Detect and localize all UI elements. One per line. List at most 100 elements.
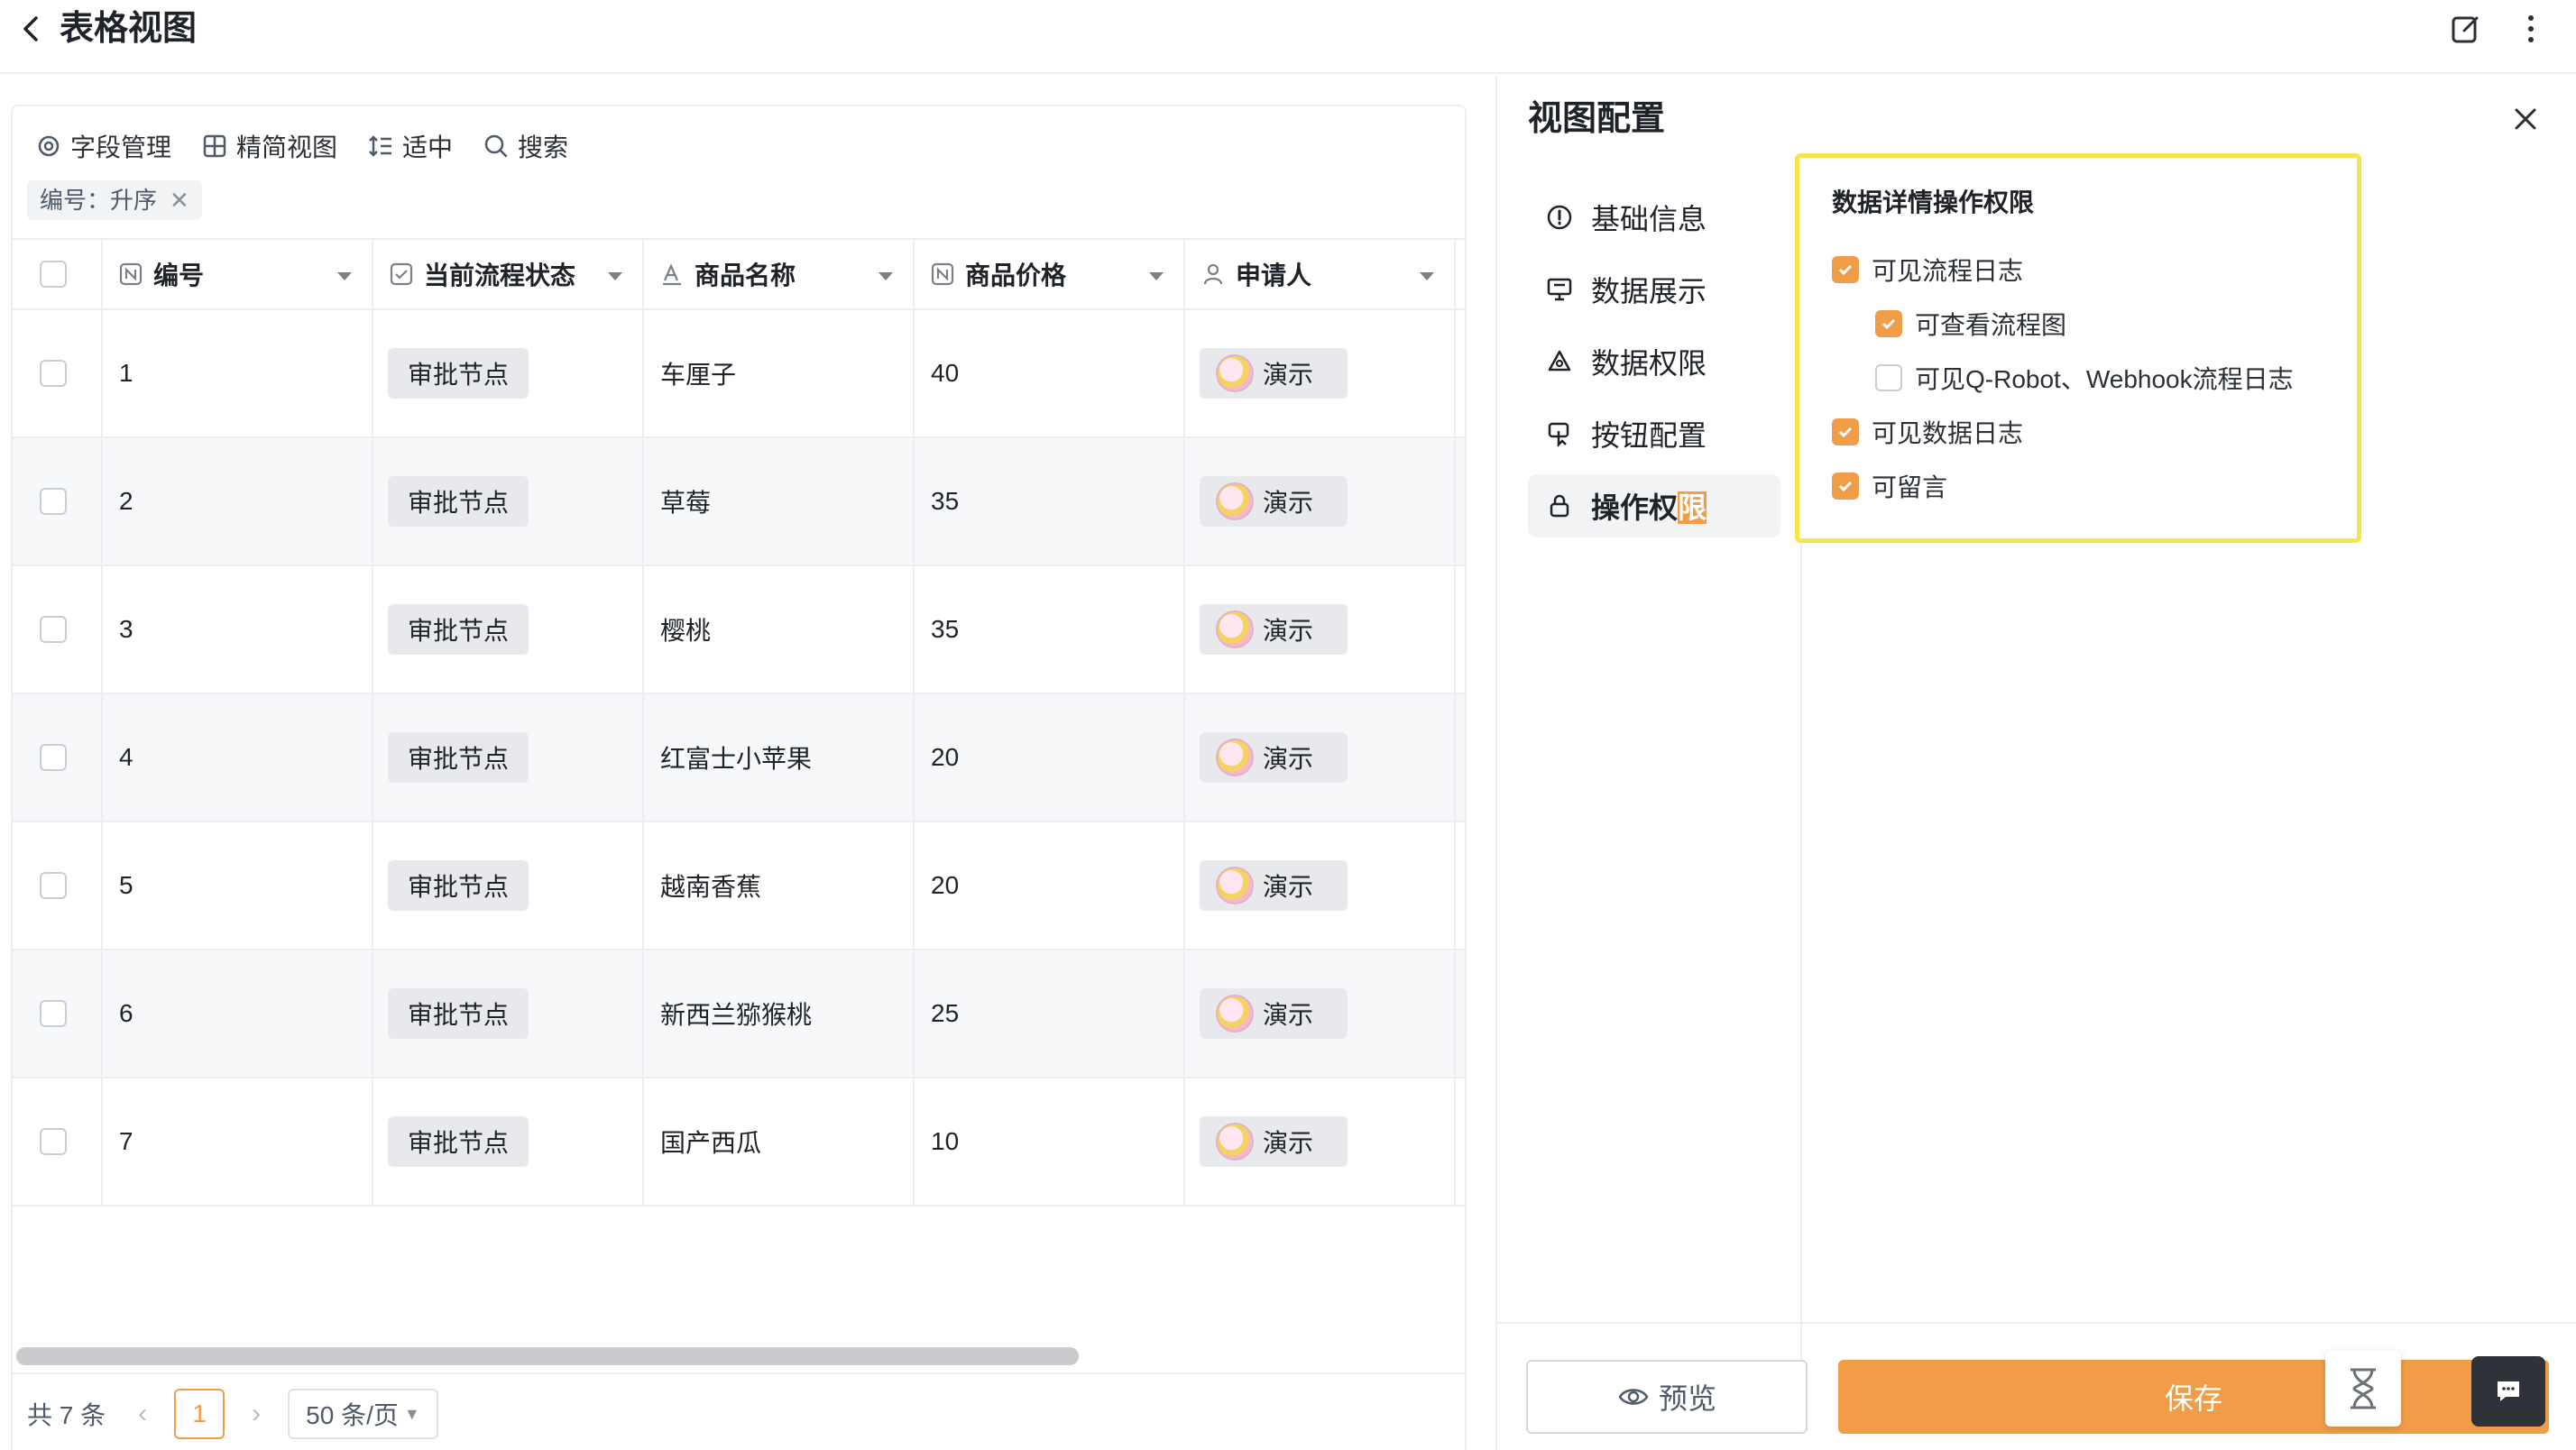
column-header-label: 商品价格 (965, 262, 1067, 289)
row-checkbox[interactable] (40, 360, 67, 387)
chat-float-button[interactable] (2471, 1356, 2545, 1427)
cell-price[interactable]: 20 (915, 822, 1185, 949)
permission-item[interactable]: 可见数据日志 (1832, 414, 2023, 450)
permission-label: 可见数据日志 (1872, 419, 2024, 447)
table-row[interactable]: 3 审批节点 樱桃 35 演示 (13, 566, 1465, 694)
column-header-status[interactable]: 当前流程状态 (373, 240, 644, 308)
cell-name[interactable]: 越南香蕉 (644, 822, 915, 949)
cell-name[interactable]: 车厘子 (644, 310, 915, 436)
row-density-button[interactable]: 适中 (368, 128, 453, 164)
row-checkbox[interactable] (40, 488, 67, 515)
page-size-select[interactable]: 50 条/页 ▼ (288, 1389, 438, 1439)
cell-id[interactable]: 7 (103, 1078, 373, 1205)
user-chip: 演示 (1200, 476, 1348, 527)
table-row[interactable]: 5 审批节点 越南香蕉 20 演示 (13, 822, 1465, 950)
horizontal-scrollbar[interactable] (16, 1347, 1079, 1365)
row-checkbox[interactable] (40, 1128, 67, 1155)
row-checkbox[interactable] (40, 616, 67, 643)
table-row[interactable]: 6 审批节点 新西兰猕猴桃 25 演示 (13, 950, 1465, 1078)
permission-item[interactable]: 可见Q-Robot、Webhook流程日志 (1875, 360, 2294, 396)
edit-icon[interactable] (2446, 9, 2486, 49)
cell-status[interactable]: 审批节点 (373, 950, 644, 1077)
select-all-checkbox[interactable] (40, 261, 67, 288)
cell-status[interactable]: 审批节点 (373, 438, 644, 564)
checkbox-unchecked[interactable] (1875, 364, 1902, 391)
field-manage-button[interactable]: 字段管理 (36, 128, 171, 164)
cell-status[interactable]: 审批节点 (373, 566, 644, 693)
cell-name[interactable]: 国产西瓜 (644, 1078, 915, 1205)
row-checkbox[interactable] (40, 744, 67, 771)
avatar (1216, 995, 1254, 1032)
checkbox-checked[interactable] (1832, 256, 1859, 283)
column-header-id[interactable]: 编号 (103, 240, 373, 308)
cell-price[interactable]: 20 (915, 694, 1185, 821)
table-row[interactable]: 7 审批节点 国产西瓜 10 演示 (13, 1078, 1465, 1207)
caret-down-icon[interactable] (879, 272, 893, 280)
cell-status[interactable]: 审批节点 (373, 310, 644, 436)
cell-id[interactable]: 4 (103, 694, 373, 821)
cell-price[interactable]: 40 (915, 310, 1185, 436)
menu-item-data-display[interactable]: 数据展示 (1528, 258, 1780, 321)
cell-applicant[interactable]: 演示 (1185, 822, 1456, 949)
cell-name[interactable]: 草莓 (644, 438, 915, 564)
cell-status[interactable]: 审批节点 (373, 1078, 644, 1205)
caret-down-icon[interactable] (1420, 272, 1434, 280)
row-checkbox[interactable] (40, 872, 67, 899)
cell-name[interactable]: 新西兰猕猴桃 (644, 950, 915, 1077)
cell-status[interactable]: 审批节点 (373, 694, 644, 821)
table-row[interactable]: 1 审批节点 车厘子 40 演示 (13, 310, 1465, 438)
cell-applicant[interactable]: 演示 (1185, 950, 1456, 1077)
cell-applicant[interactable]: 演示 (1185, 438, 1456, 564)
table-row[interactable]: 4 审批节点 红富士小苹果 20 演示 (13, 694, 1465, 822)
eye-icon (1618, 1389, 1649, 1405)
next-page-icon[interactable]: › (252, 1399, 261, 1429)
more-vertical-icon[interactable] (2511, 9, 2551, 49)
cell-applicant[interactable]: 演示 (1185, 694, 1456, 821)
column-header-applicant[interactable]: 申请人 (1185, 240, 1456, 308)
cell-id[interactable]: 3 (103, 566, 373, 693)
cell-applicant[interactable]: 演示 (1185, 1078, 1456, 1205)
column-header-price[interactable]: 商品价格 (915, 240, 1185, 308)
column-header-name[interactable]: 商品名称 (644, 240, 915, 308)
cell-applicant[interactable]: 演示 (1185, 566, 1456, 693)
checkbox-checked[interactable] (1875, 310, 1902, 337)
row-checkbox[interactable] (40, 1000, 67, 1027)
close-icon[interactable] (2511, 105, 2540, 133)
permission-item[interactable]: 可留言 (1832, 468, 1947, 504)
menu-item-data-permission[interactable]: 数据权限 (1528, 330, 1780, 393)
cell-price[interactable]: 25 (915, 950, 1185, 1077)
cell-applicant[interactable]: 演示 (1185, 310, 1456, 436)
hourglass-float-button[interactable] (2325, 1351, 2401, 1427)
cell-id[interactable]: 6 (103, 950, 373, 1077)
table-row[interactable]: 2 审批节点 草莓 35 演示 (13, 438, 1465, 566)
cell-name[interactable]: 樱桃 (644, 566, 915, 693)
permission-item[interactable]: 可查看流程图 (1875, 306, 2066, 342)
close-icon[interactable]: ✕ (170, 180, 189, 220)
cell-id[interactable]: 1 (103, 310, 373, 436)
caret-down-icon[interactable] (608, 272, 622, 280)
cell-price[interactable]: 10 (915, 1078, 1185, 1205)
caret-down-icon[interactable] (1149, 272, 1164, 280)
menu-item-button-config[interactable]: 按钮配置 (1528, 402, 1780, 465)
save-button[interactable]: 保存 (1838, 1360, 2549, 1434)
checkbox-checked[interactable] (1832, 473, 1859, 500)
menu-item-basic-info[interactable]: 基础信息 (1528, 186, 1780, 249)
preview-button[interactable]: 预览 (1526, 1360, 1808, 1434)
menu-item-operation-permission[interactable]: 操作权限 (1528, 474, 1780, 537)
permission-item[interactable]: 可见流程日志 (1832, 252, 2023, 288)
cell-name[interactable]: 红富士小苹果 (644, 694, 915, 821)
cell-price[interactable]: 35 (915, 438, 1185, 564)
cell-status[interactable]: 审批节点 (373, 822, 644, 949)
search-button[interactable]: 搜索 (483, 128, 568, 164)
cell-id[interactable]: 5 (103, 822, 373, 949)
checkbox-checked[interactable] (1832, 418, 1859, 445)
cell-price[interactable]: 35 (915, 566, 1185, 693)
back-arrow-icon[interactable] (14, 11, 51, 47)
current-page[interactable]: 1 (174, 1389, 225, 1439)
caret-down-icon[interactable] (337, 272, 352, 280)
sort-tag[interactable]: 编号：升序 ✕ (27, 180, 202, 220)
prev-page-icon[interactable]: ‹ (138, 1399, 147, 1429)
cell-id[interactable]: 2 (103, 438, 373, 564)
compact-view-button[interactable]: 精简视图 (202, 128, 337, 164)
row-select-cell (13, 310, 103, 436)
